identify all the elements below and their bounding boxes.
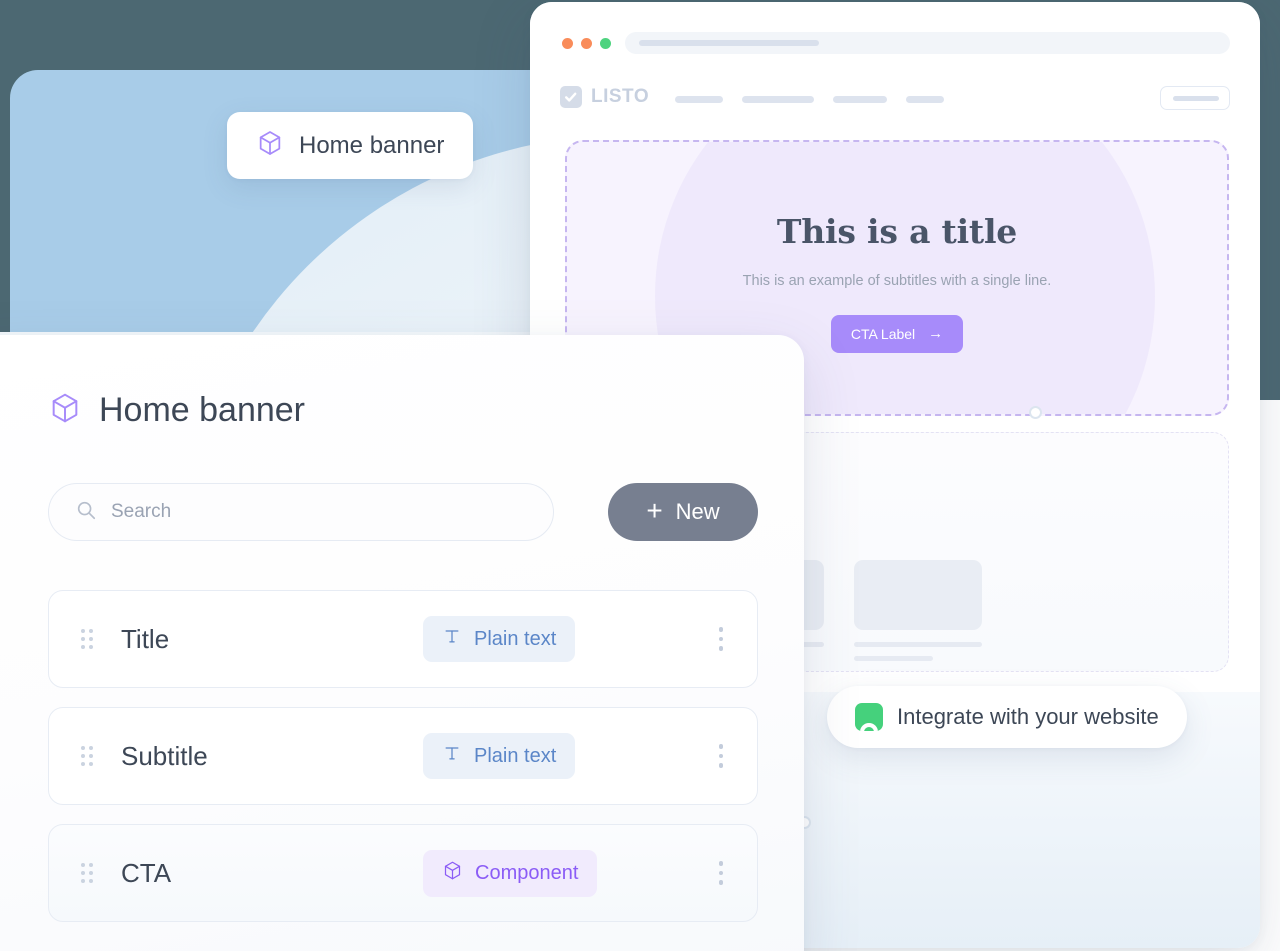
kebab-menu-icon[interactable] [718, 744, 723, 768]
status-badge-label: Plain text [474, 744, 557, 767]
drag-handle-icon[interactable] [81, 746, 93, 766]
cube-icon [442, 860, 463, 887]
traffic-lights [562, 38, 611, 49]
search-icon [75, 499, 97, 526]
hero-cta-button[interactable]: CTA Label → [830, 314, 964, 353]
arrow-right-icon: → [928, 325, 944, 342]
kebab-menu-icon[interactable] [718, 861, 723, 885]
field-name: CTA [121, 857, 172, 888]
traffic-light-maximize-icon[interactable] [600, 38, 611, 49]
traffic-light-minimize-icon[interactable] [581, 38, 592, 49]
search-input[interactable] [111, 501, 527, 523]
site-logo[interactable]: LISTO [560, 86, 649, 108]
integrate-website-chip[interactable]: Integrate with your website [827, 686, 1187, 748]
status-badge[interactable]: Plain text [423, 733, 576, 779]
editor-toolbar: + New [48, 483, 758, 541]
nav-link-skeleton[interactable] [675, 96, 723, 103]
table-row[interactable]: Subtitle Plain text [48, 707, 758, 805]
home-banner-chip[interactable]: Home banner [227, 112, 474, 179]
nav-link-skeleton[interactable] [742, 96, 814, 103]
drag-handle-icon[interactable] [81, 629, 93, 649]
hero-cta-label: CTA Label [850, 325, 916, 342]
editor-header: Home banner [48, 391, 305, 430]
site-navigation: LISTO [530, 74, 1260, 130]
table-row[interactable]: Title Plain text [48, 590, 758, 688]
field-name: Subtitle [121, 740, 208, 771]
new-button[interactable]: + New [608, 483, 758, 541]
site-logo-text: LISTO [591, 86, 650, 107]
new-button-label: New [675, 499, 720, 524]
cube-icon [48, 391, 82, 430]
home-banner-chip-label: Home banner [299, 131, 445, 159]
table-row[interactable]: CTA Component [48, 824, 758, 922]
kebab-menu-icon[interactable] [718, 627, 723, 651]
drag-handle-icon[interactable] [81, 863, 93, 883]
browser-address-bar[interactable] [625, 32, 1230, 54]
field-name: Title [121, 623, 170, 654]
search-field[interactable] [48, 483, 554, 541]
page-title: Home banner [99, 391, 306, 429]
status-badge-label: Component [475, 861, 579, 884]
component-editor-panel: Home banner + New Title [0, 335, 804, 951]
text-type-icon [442, 626, 462, 652]
hero-subtitle: This is an example of subtitles with a s… [742, 272, 1052, 289]
traffic-light-close-icon[interactable] [562, 38, 573, 49]
hero-title: This is a title [776, 211, 1018, 251]
connector-node-top [1029, 406, 1042, 419]
nav-link-skeleton[interactable] [833, 96, 887, 103]
wireframe-card-line [854, 642, 982, 647]
browser-chrome [530, 2, 1260, 70]
wireframe-card [854, 560, 982, 661]
text-type-icon [442, 743, 462, 769]
plus-icon: + [646, 494, 663, 526]
status-badge[interactable]: Component [423, 849, 598, 897]
cube-icon [256, 129, 284, 162]
site-nav-cta-skeleton[interactable] [1160, 86, 1230, 110]
status-badge-label: Plain text [474, 627, 557, 650]
checkbox-check-icon [560, 86, 582, 108]
status-badge[interactable]: Plain text [423, 616, 576, 662]
screenshot-stage: LISTO This is a title This is an example… [0, 0, 1280, 951]
wireframe-card-line [854, 656, 934, 661]
wireframe-card-thumb [854, 560, 982, 630]
field-list: Title Plain text Subtitle Plain text CTA… [48, 590, 758, 922]
nav-link-skeleton[interactable] [906, 96, 944, 103]
integrate-website-chip-label: Integrate with your website [897, 704, 1159, 729]
green-app-icon [855, 703, 883, 731]
site-nav-links-skeleton [675, 96, 944, 103]
